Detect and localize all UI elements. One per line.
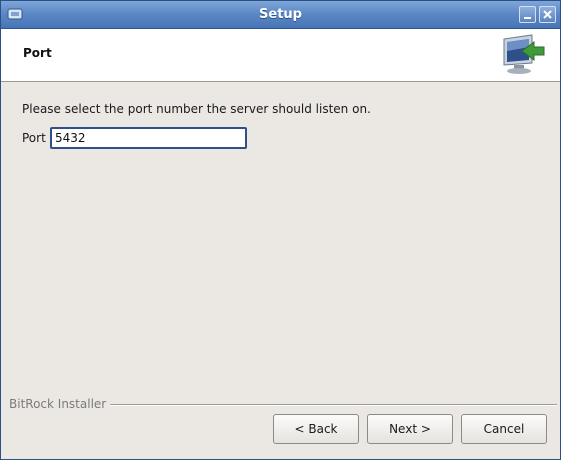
minimize-button[interactable] xyxy=(519,6,536,23)
port-instruction: Please select the port number the server… xyxy=(22,102,371,116)
page-header: Port xyxy=(1,29,560,82)
next-button[interactable]: Next > xyxy=(367,414,453,444)
port-input[interactable] xyxy=(50,127,247,149)
close-icon xyxy=(543,10,552,19)
window-title: Setup xyxy=(259,7,302,22)
port-label: Port xyxy=(22,131,46,145)
back-button[interactable]: < Back xyxy=(273,414,359,444)
setup-window: Setup Port Please select the port number… xyxy=(0,0,561,460)
computer-arrow-icon xyxy=(498,33,548,77)
title-bar[interactable]: Setup xyxy=(1,1,560,29)
installer-brand: BitRock Installer xyxy=(9,397,107,411)
minimize-icon xyxy=(524,17,531,19)
cancel-button[interactable]: Cancel xyxy=(461,414,547,444)
close-button[interactable] xyxy=(539,6,556,23)
footer-separator xyxy=(110,404,557,406)
page-title: Port xyxy=(23,46,52,60)
